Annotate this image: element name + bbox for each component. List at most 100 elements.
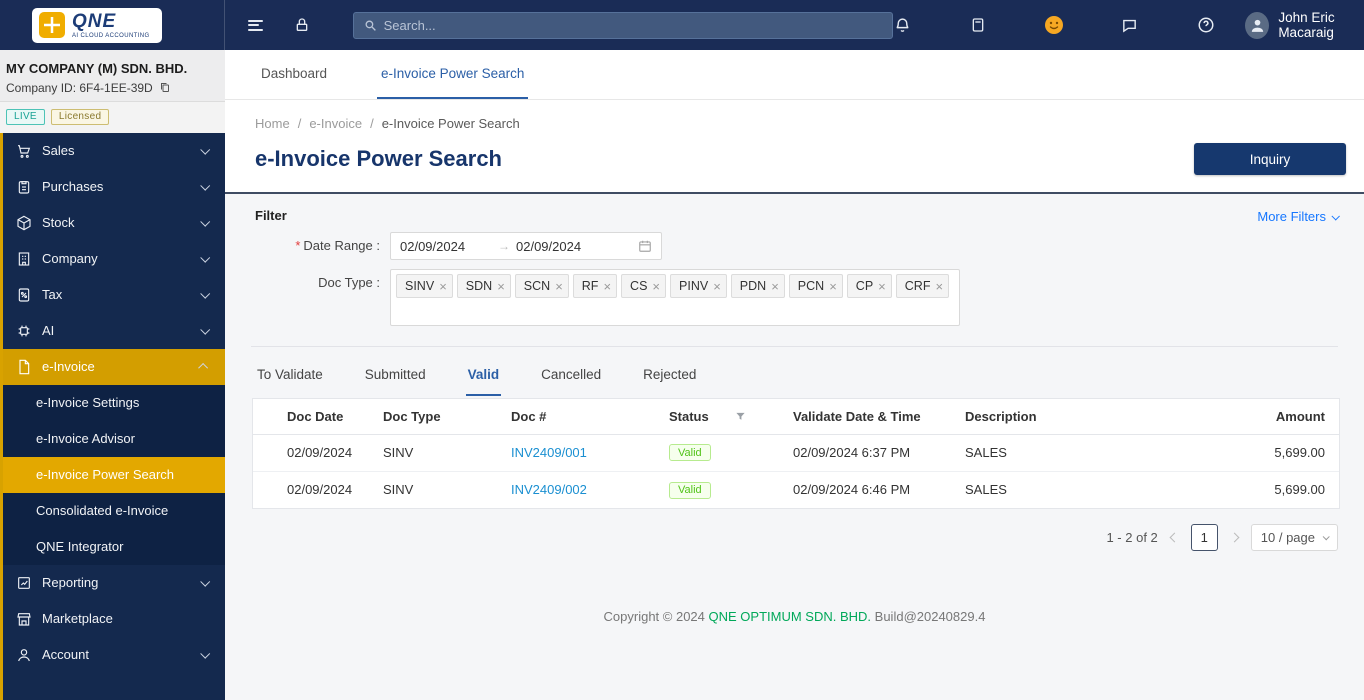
doc-type-multiselect[interactable]: SINV × SDN × SCN × RF × CS × PINV × PDN × PCN × … <box>390 269 960 326</box>
next-page-icon[interactable] <box>1229 532 1240 543</box>
lock-icon[interactable] <box>292 14 313 36</box>
sidebar-item-consolidated-einvoice[interactable]: Consolidated e-Invoice <box>3 493 225 529</box>
breadcrumb-separator: / <box>297 116 302 131</box>
doc-type-tag: CP × <box>846 274 892 298</box>
remove-tag-icon[interactable]: × <box>603 280 611 293</box>
status-badge: Valid <box>669 444 711 462</box>
cell-doc-no: INV2409/001 <box>511 434 669 472</box>
help-icon[interactable] <box>1196 14 1216 36</box>
remove-tag-icon[interactable]: × <box>878 280 886 293</box>
qne-logo[interactable]: QNE AI CLOUD ACCOUNTING <box>0 0 225 50</box>
filter-funnel-icon[interactable] <box>735 411 746 422</box>
remove-tag-icon[interactable]: × <box>555 280 563 293</box>
remove-tag-icon[interactable]: × <box>713 280 721 293</box>
tab-dashboard[interactable]: Dashboard <box>257 50 331 99</box>
cell-description: SALES <box>965 434 1139 472</box>
inquiry-button[interactable]: Inquiry <box>1194 143 1346 175</box>
global-search[interactable] <box>352 11 893 39</box>
tab-rejected[interactable]: Rejected <box>641 353 698 396</box>
remove-tag-icon[interactable]: × <box>771 280 779 293</box>
cell-amount: 5,699.00 <box>1139 434 1339 472</box>
chevron-down-icon <box>1331 211 1340 221</box>
sidebar-item-company[interactable]: Company <box>3 241 225 277</box>
sidebar-item-reporting[interactable]: Reporting <box>3 565 225 601</box>
date-range-picker[interactable]: → <box>390 232 662 260</box>
calendar-icon[interactable] <box>638 239 652 253</box>
chevron-down-icon <box>1322 533 1330 541</box>
remove-tag-icon[interactable]: × <box>829 280 837 293</box>
store-icon <box>15 611 32 627</box>
doc-type-tag: SDN × <box>456 274 511 298</box>
remove-tag-icon[interactable]: × <box>497 280 505 293</box>
sidebar-item-sales[interactable]: Sales <box>3 133 225 169</box>
table-header-row: Doc Date Doc Type Doc # Status Validate <box>253 399 1339 435</box>
logo-box: QNE AI CLOUD ACCOUNTING <box>32 7 162 43</box>
page-number[interactable]: 1 <box>1190 524 1218 551</box>
cell-doc-no: INV2409/002 <box>511 471 669 508</box>
pagination-range: 1 - 2 of 2 <box>1106 530 1158 545</box>
page-size-select[interactable]: 10 / page <box>1250 524 1338 551</box>
doc-number-link[interactable]: INV2409/001 <box>511 445 587 460</box>
chevron-down-icon <box>200 648 211 659</box>
chart-icon <box>15 575 32 591</box>
sidebar-item-marketplace[interactable]: Marketplace <box>3 601 225 637</box>
sidebar-subitem-label: e-Invoice Power Search <box>36 467 175 483</box>
tab-einvoice-power-search[interactable]: e-Invoice Power Search <box>377 50 529 99</box>
remove-tag-icon[interactable]: × <box>935 280 943 293</box>
search-input[interactable] <box>383 17 882 33</box>
filter-panel: Filter More Filters *Date Range : → <box>225 194 1364 346</box>
sidebar-item-einvoice-settings[interactable]: e-Invoice Settings <box>3 385 225 421</box>
company-card: MY COMPANY (M) SDN. BHD. Company ID: 6F4… <box>0 50 225 101</box>
sidebar-item-ai[interactable]: AI <box>3 313 225 349</box>
menu-collapse-icon[interactable] <box>245 14 266 36</box>
sidebar-item-stock[interactable]: Stock <box>3 205 225 241</box>
cell-doc-type: SINV <box>383 482 414 498</box>
sidebar-item-label: e-Invoice <box>42 359 95 375</box>
status-tabs: To Validate Submitted Valid Cancelled Re… <box>225 347 1364 396</box>
percent-document-icon <box>15 287 32 303</box>
notifications-icon[interactable] <box>893 14 913 36</box>
sidebar-item-einvoice[interactable]: e-Invoice <box>3 348 225 385</box>
prev-page-icon[interactable] <box>1169 532 1180 543</box>
sidebar-item-tax[interactable]: Tax <box>3 277 225 313</box>
box-icon <box>15 215 32 231</box>
sidebar-item-purchases[interactable]: Purchases <box>3 169 225 205</box>
sidebar-item-qne-integrator[interactable]: QNE Integrator <box>3 529 225 565</box>
col-validate-datetime: Validate Date & Time <box>793 399 965 435</box>
avatar <box>1245 11 1270 39</box>
more-filters-label: More Filters <box>1257 209 1326 224</box>
breadcrumb-einvoice[interactable]: e-Invoice <box>309 116 362 131</box>
tab-valid[interactable]: Valid <box>465 353 502 396</box>
col-description: Description <box>965 399 1139 435</box>
doc-type-tag: RF × <box>572 274 618 298</box>
doc-number-link[interactable]: INV2409/002 <box>511 482 587 497</box>
hamburger-icon <box>247 19 263 31</box>
sidebar-item-label: Purchases <box>42 179 104 195</box>
calculator-icon[interactable] <box>969 14 989 36</box>
date-from-input[interactable] <box>400 238 492 254</box>
col-status-label: Status <box>669 408 709 424</box>
copy-icon[interactable] <box>159 81 171 94</box>
sidebar-item-einvoice-power-search[interactable]: e-Invoice Power Search <box>3 456 225 493</box>
more-filters-link[interactable]: More Filters <box>1257 209 1340 224</box>
breadcrumb-home[interactable]: Home <box>255 116 290 131</box>
tab-to-validate[interactable]: To Validate <box>255 353 325 396</box>
sidebar-item-einvoice-advisor[interactable]: e-Invoice Advisor <box>3 421 225 457</box>
remove-tag-icon[interactable]: × <box>652 280 660 293</box>
chat-icon[interactable] <box>1120 14 1140 36</box>
sidebar-item-account[interactable]: Account <box>3 637 225 673</box>
celebration-icon[interactable] <box>1044 14 1064 36</box>
user-menu[interactable]: John Eric Macaraig <box>1245 10 1364 40</box>
sidebar-item-label: AI <box>42 323 55 339</box>
tab-cancelled[interactable]: Cancelled <box>539 353 603 396</box>
footer: Copyright © 2024 QNE OPTIMUM SDN. BHD. B… <box>225 609 1364 624</box>
cell-doc-date: 02/09/2024 <box>287 482 353 498</box>
sidebar-item-label: Tax <box>42 287 63 303</box>
cell-validate-datetime: 02/09/2024 6:37 PM <box>793 434 965 472</box>
date-to-input[interactable] <box>516 238 608 254</box>
title-row: e-Invoice Power Search Inquiry <box>225 135 1364 192</box>
footer-company-link[interactable]: QNE OPTIMUM SDN. BHD. <box>709 609 872 624</box>
remove-tag-icon[interactable]: × <box>439 280 447 293</box>
tab-submitted[interactable]: Submitted <box>363 353 428 396</box>
doc-type-tag-label: SCN <box>523 279 551 293</box>
